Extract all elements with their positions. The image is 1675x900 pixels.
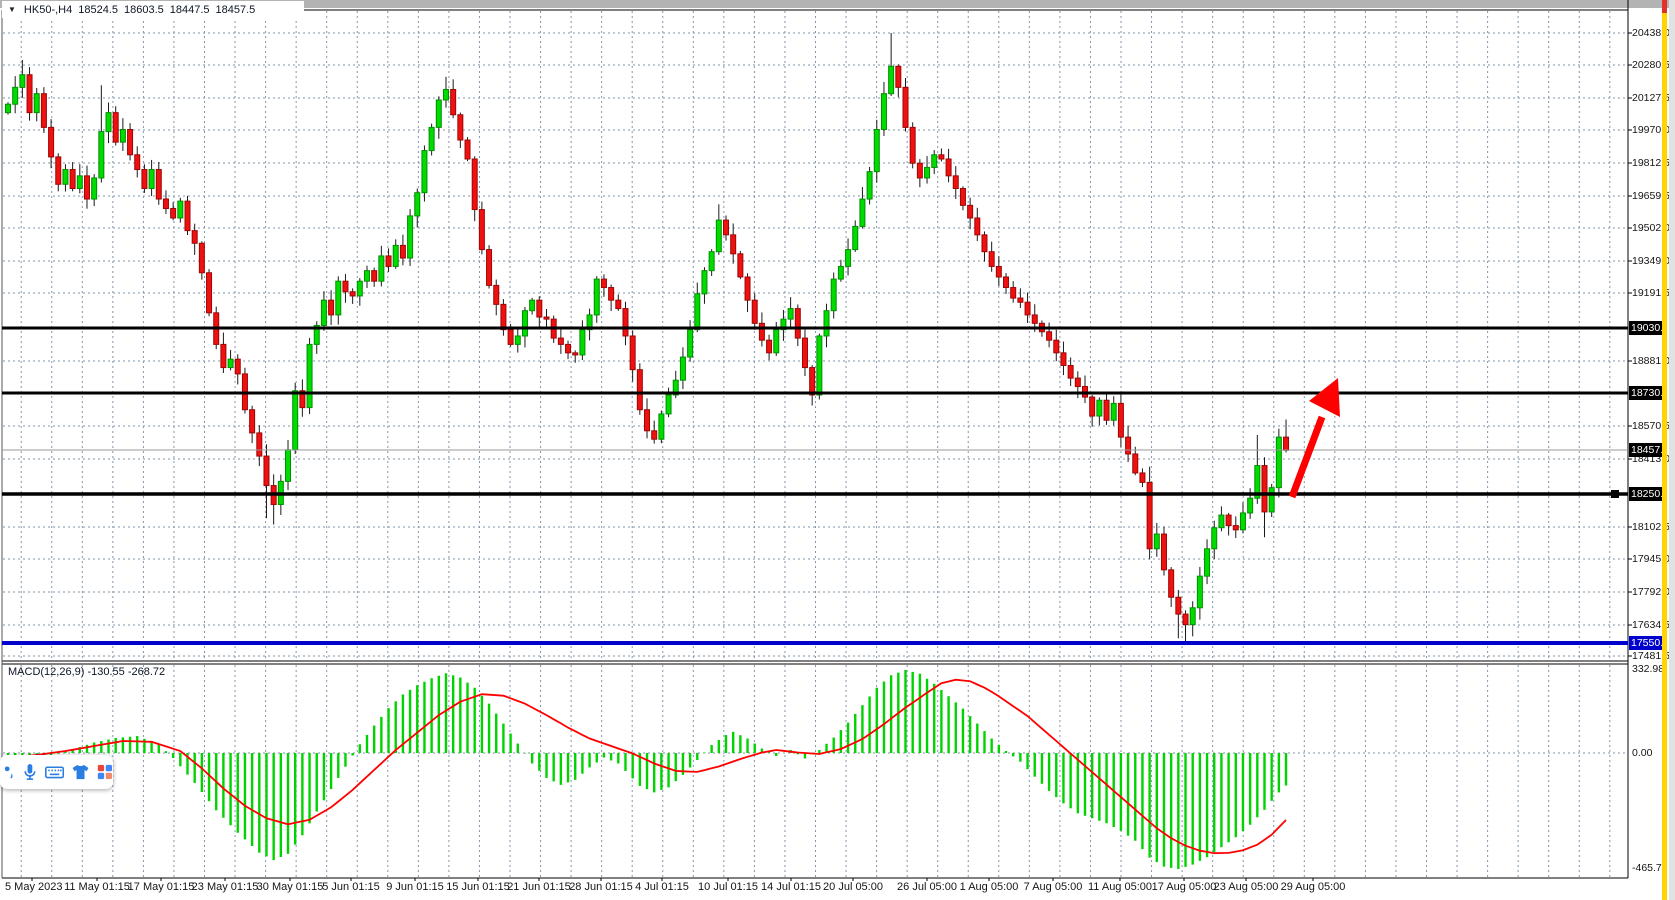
pen-fragment-icon[interactable] bbox=[4, 760, 15, 784]
time-tick-label: 28 Jun 01:15 bbox=[569, 881, 633, 893]
time-tick-label: 11 Aug 05:00 bbox=[1088, 881, 1152, 893]
time-tick-label: 9 Jun 01:15 bbox=[386, 881, 444, 893]
window-right-edge bbox=[1669, 0, 1675, 900]
level-price-label: 17550.0 bbox=[1629, 636, 1666, 650]
time-tick-label: 5 Jun 01:15 bbox=[322, 881, 380, 893]
time-tick-label: 11 May 01:15 bbox=[64, 881, 130, 893]
line-anchor-dot[interactable] bbox=[1601, 492, 1604, 495]
macd-scale-label: -465.7 bbox=[1632, 862, 1662, 874]
macd-histogram bbox=[8, 670, 1286, 869]
symbol-dropdown-icon[interactable]: ▼ bbox=[8, 5, 16, 14]
time-tick-label: 1 Aug 05:00 bbox=[960, 881, 1019, 893]
bid-price-label: 18457.5 bbox=[1629, 443, 1666, 457]
time-tick-label: 14 Jul 01:15 bbox=[761, 881, 821, 893]
tshirt-icon[interactable] bbox=[71, 760, 90, 784]
line-selection-handle[interactable] bbox=[1611, 490, 1619, 498]
candlesticks bbox=[6, 33, 1289, 641]
time-tick-label: 5 May 2023 bbox=[5, 881, 62, 893]
symbol-name: HK50-,H4 bbox=[24, 4, 72, 16]
yellow-highlight-strip bbox=[1662, 0, 1667, 900]
screen-capture-toolbar bbox=[0, 755, 113, 789]
time-tick-label: 29 Aug 05:00 bbox=[1281, 881, 1346, 893]
trend-arrow-shaft[interactable] bbox=[1292, 417, 1322, 497]
macd-scale-label: 332.98 bbox=[1632, 663, 1664, 675]
time-tick-label: 23 May 01:15 bbox=[192, 881, 259, 893]
time-tick-label: 21 Jun 01:15 bbox=[507, 881, 571, 893]
ohlc-high: 18603.5 bbox=[124, 4, 164, 16]
time-tick-label: 26 Jul 05:00 bbox=[897, 881, 957, 893]
keyboard-icon[interactable] bbox=[45, 760, 64, 784]
grid-lines bbox=[0, 0, 1627, 877]
level-price-label: 18250.0 bbox=[1629, 487, 1666, 501]
trend-arrow-head[interactable] bbox=[1309, 378, 1340, 417]
ohlc-close: 18457.5 bbox=[216, 4, 256, 16]
mt4-chart-window: ▼ HK50-,H4 18524.5 18603.5 18447.5 18457… bbox=[0, 0, 1675, 900]
ohlc-open: 18524.5 bbox=[78, 4, 118, 16]
ohlc-low: 18447.5 bbox=[170, 4, 210, 16]
macd-indicator-label: MACD(12,26,9) -130.55 -268.72 bbox=[8, 666, 165, 678]
microphone-icon[interactable] bbox=[22, 760, 38, 784]
yellow-strip-red-cap bbox=[1662, 0, 1667, 13]
time-tick-label: 10 Jul 01:15 bbox=[698, 881, 758, 893]
time-tick-label: 15 Jun 01:15 bbox=[446, 881, 510, 893]
macd-scale-label: 0.00 bbox=[1632, 747, 1652, 759]
time-tick-label: 17 Aug 05:00 bbox=[1152, 881, 1217, 893]
symbol-header: ▼ HK50-,H4 18524.5 18603.5 18447.5 18457… bbox=[2, 1, 304, 18]
level-price-label: 19030.0 bbox=[1629, 321, 1666, 335]
price-chart[interactable] bbox=[0, 0, 1675, 900]
apps-grid-icon[interactable] bbox=[97, 762, 113, 782]
time-tick-label: 30 May 01:15 bbox=[257, 881, 324, 893]
time-tick-label: 4 Jul 01:15 bbox=[635, 881, 689, 893]
time-tick-label: 7 Aug 05:00 bbox=[1024, 881, 1083, 893]
level-price-label: 18730.0 bbox=[1629, 386, 1666, 400]
time-tick-label: 23 Aug 05:00 bbox=[1214, 881, 1279, 893]
time-tick-label: 20 Jul 05:00 bbox=[823, 881, 883, 893]
time-tick-label: 17 May 01:15 bbox=[128, 881, 195, 893]
